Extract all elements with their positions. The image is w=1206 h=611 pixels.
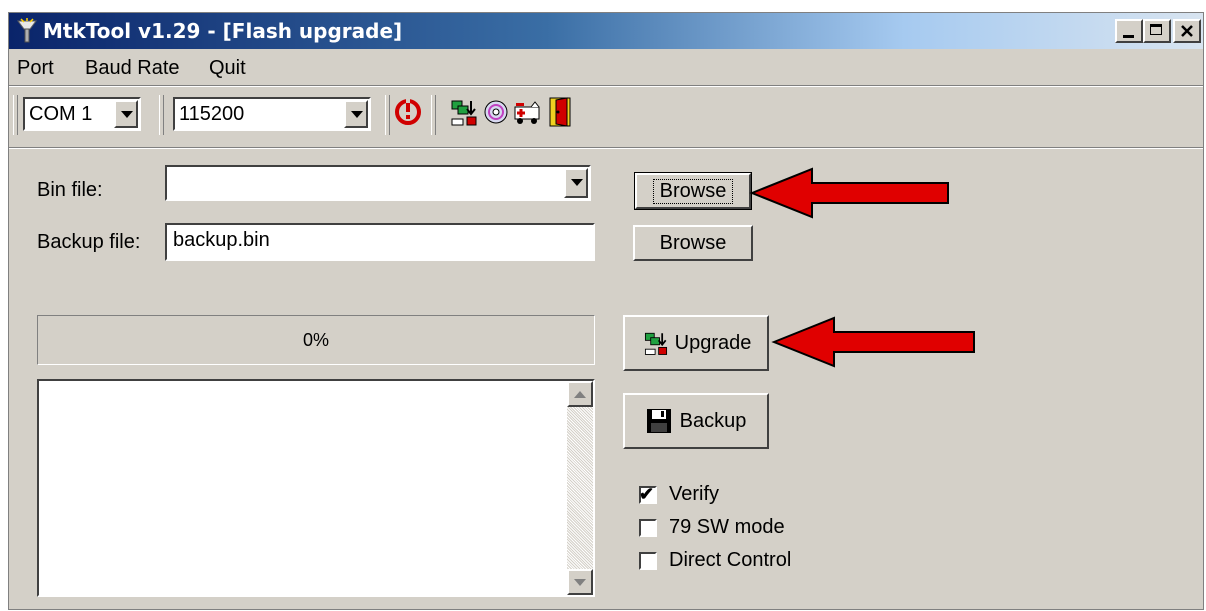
maximize-icon bbox=[1150, 24, 1162, 35]
direct-control-label: Direct Control bbox=[669, 549, 792, 571]
baud-rate-select[interactable]: 115200 bbox=[173, 97, 371, 131]
disc-tool-button[interactable] bbox=[481, 95, 511, 129]
toolbar-grip bbox=[159, 95, 164, 135]
toolbar-grip bbox=[385, 95, 390, 135]
ambulance-tool-button[interactable] bbox=[513, 95, 543, 129]
upgrade-icon bbox=[644, 332, 667, 355]
menu-port[interactable]: Port bbox=[17, 57, 54, 80]
backup-file-label: Backup file: bbox=[37, 231, 141, 253]
toolbar: COM 1 115200 bbox=[9, 87, 1203, 149]
direct-control-checkbox[interactable] bbox=[639, 552, 657, 570]
exit-tool-button[interactable] bbox=[545, 95, 575, 129]
bin-file-select[interactable] bbox=[165, 165, 591, 201]
reset-button[interactable] bbox=[393, 95, 423, 129]
annotation-arrow-browse bbox=[749, 167, 949, 219]
upgrade-label: Upgrade bbox=[674, 331, 752, 354]
upgrade-tool-button[interactable] bbox=[449, 95, 479, 129]
chevron-down-icon[interactable] bbox=[344, 100, 368, 128]
browse-bin-button[interactable]: Browse bbox=[634, 172, 752, 210]
backup-label: Backup bbox=[679, 409, 747, 432]
scroll-up-icon[interactable] bbox=[567, 381, 593, 407]
toolbar-grip bbox=[431, 95, 436, 135]
toolbar-grip bbox=[13, 95, 18, 135]
upgrade-button[interactable]: Upgrade bbox=[623, 315, 769, 371]
close-button[interactable] bbox=[1173, 19, 1201, 43]
bin-file-label: Bin file: bbox=[37, 179, 103, 201]
scroll-down-icon[interactable] bbox=[567, 569, 593, 595]
annotation-arrow-upgrade bbox=[771, 316, 975, 368]
close-icon bbox=[1181, 25, 1193, 37]
chevron-down-icon[interactable] bbox=[564, 168, 588, 198]
minimize-icon bbox=[1123, 35, 1134, 38]
backup-file-value: backup.bin bbox=[173, 229, 270, 251]
browse-bin-label: Browse bbox=[652, 178, 734, 204]
chevron-down-icon[interactable] bbox=[114, 100, 138, 128]
app-torch-icon bbox=[17, 18, 37, 43]
verify-checkbox[interactable]: ✔ bbox=[639, 484, 657, 504]
ambulance-icon bbox=[514, 101, 540, 124]
backup-file-input[interactable]: backup.bin bbox=[165, 223, 595, 261]
backup-button[interactable]: Backup bbox=[623, 393, 769, 449]
minimize-button[interactable] bbox=[1115, 19, 1143, 43]
progress-text: 0% bbox=[302, 329, 329, 350]
79-sw-mode-label: 79 SW mode bbox=[669, 516, 785, 538]
menu-baud-rate[interactable]: Baud Rate bbox=[85, 57, 180, 80]
progress-bar: 0% bbox=[37, 315, 595, 365]
disc-icon bbox=[484, 100, 508, 124]
mtktool-window: MtkTool v1.29 - [Flash upgrade] Port Bau… bbox=[8, 12, 1204, 610]
baud-value: 115200 bbox=[179, 103, 245, 125]
window-title: MtkTool v1.29 - [Flash upgrade] bbox=[43, 19, 403, 43]
verify-label: Verify bbox=[669, 483, 720, 505]
port-value: COM 1 bbox=[29, 103, 93, 125]
browse-backup-label: Browse bbox=[659, 231, 727, 254]
log-scrollbar[interactable] bbox=[567, 381, 593, 595]
maximize-button[interactable] bbox=[1143, 19, 1171, 43]
reset-icon bbox=[395, 99, 421, 125]
port-select[interactable]: COM 1 bbox=[23, 97, 141, 131]
floppy-disk-icon bbox=[646, 409, 671, 433]
title-bar[interactable]: MtkTool v1.29 - [Flash upgrade] bbox=[9, 13, 1203, 49]
menu-quit[interactable]: Quit bbox=[209, 57, 246, 80]
menu-bar: Port Baud Rate Quit bbox=[9, 53, 1203, 83]
check-mark-icon: ✔ bbox=[639, 484, 655, 504]
upgrade-icon bbox=[451, 100, 477, 126]
79-sw-mode-checkbox[interactable] bbox=[639, 519, 657, 537]
exit-door-icon bbox=[549, 97, 571, 127]
log-output[interactable] bbox=[37, 379, 595, 597]
browse-backup-button[interactable]: Browse bbox=[633, 225, 753, 261]
toolbar-separator bbox=[9, 147, 1203, 149]
